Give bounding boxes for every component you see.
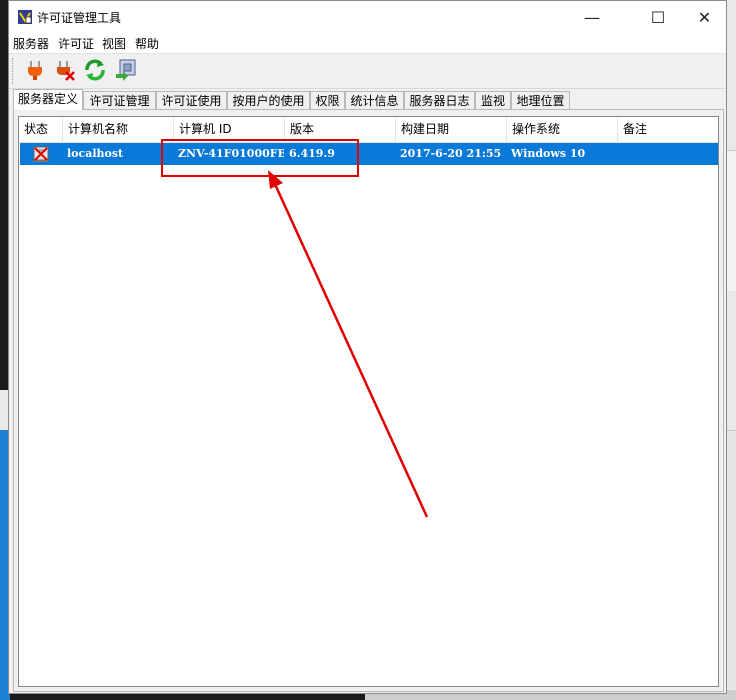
cell-build-date: 2017-6-20 21:55 [400,147,502,160]
maximize-button[interactable]: ☐ [635,1,681,33]
tab-monitor[interactable]: 监视 [475,91,511,109]
column-header-build-date[interactable]: 构建日期 [396,117,507,142]
background-window-fragment [726,0,736,700]
tab-usage-by-user[interactable]: 按用户的使用 [227,91,310,109]
cell-os: Windows 10 [511,147,586,160]
tab-permissions[interactable]: 权限 [310,91,345,109]
annotation-highlight-box [161,139,359,177]
license-manager-window: 许可证管理工具 — ☐ ✕ 服务器 许可证 视图 帮助 服务器定义 许可证管理 … [8,0,727,694]
tab-license-management[interactable]: 许可证管理 [83,91,156,109]
toolbar [9,54,726,89]
table-row[interactable]: localhost ZNV-41F01000FB6 6.419.9 2017-6… [20,143,718,165]
menu-license[interactable]: 许可证 [58,35,94,52]
cell-computer-name: localhost [67,147,124,160]
plug-connect-icon[interactable] [22,57,48,83]
refresh-icon[interactable] [82,57,108,83]
tab-geolocation[interactable]: 地理位置 [511,91,570,109]
toolbar-grip[interactable] [12,58,16,84]
column-header-computer-name[interactable]: 计算机名称 [63,117,174,142]
column-header-os[interactable]: 操作系统 [507,117,618,142]
server-list[interactable]: 状态 计算机名称 计算机 ID 版本 构建日期 操作系统 备注 localhos… [18,116,719,687]
plug-disconnect-icon[interactable] [52,57,78,83]
server-error-icon [32,145,50,163]
app-icon [17,9,33,25]
tab-server-log[interactable]: 服务器日志 [404,91,475,109]
menu-server[interactable]: 服务器 [13,35,49,52]
menu-help[interactable]: 帮助 [135,35,159,52]
list-header: 状态 计算机名称 计算机 ID 版本 构建日期 操作系统 备注 [19,117,718,143]
tab-content: 状态 计算机名称 计算机 ID 版本 构建日期 操作系统 备注 localhos… [13,109,724,692]
tab-statistics[interactable]: 统计信息 [345,91,404,109]
column-header-status[interactable]: 状态 [19,117,63,142]
background-panel [726,150,736,291]
tab-server-definition[interactable]: 服务器定义 [13,89,83,110]
menu-bar: 服务器 许可证 视图 帮助 [9,33,726,54]
minimize-button[interactable]: — [569,1,615,33]
export-icon[interactable] [113,57,139,83]
window-title: 许可证管理工具 [37,11,122,25]
background-panel [726,430,736,691]
column-header-note[interactable]: 备注 [618,117,718,142]
close-button[interactable]: ✕ [681,1,728,33]
cell-note [622,143,712,165]
title-bar[interactable]: 许可证管理工具 — ☐ ✕ [9,1,726,33]
menu-view[interactable]: 视图 [102,35,126,52]
tab-license-usage[interactable]: 许可证使用 [156,91,227,109]
